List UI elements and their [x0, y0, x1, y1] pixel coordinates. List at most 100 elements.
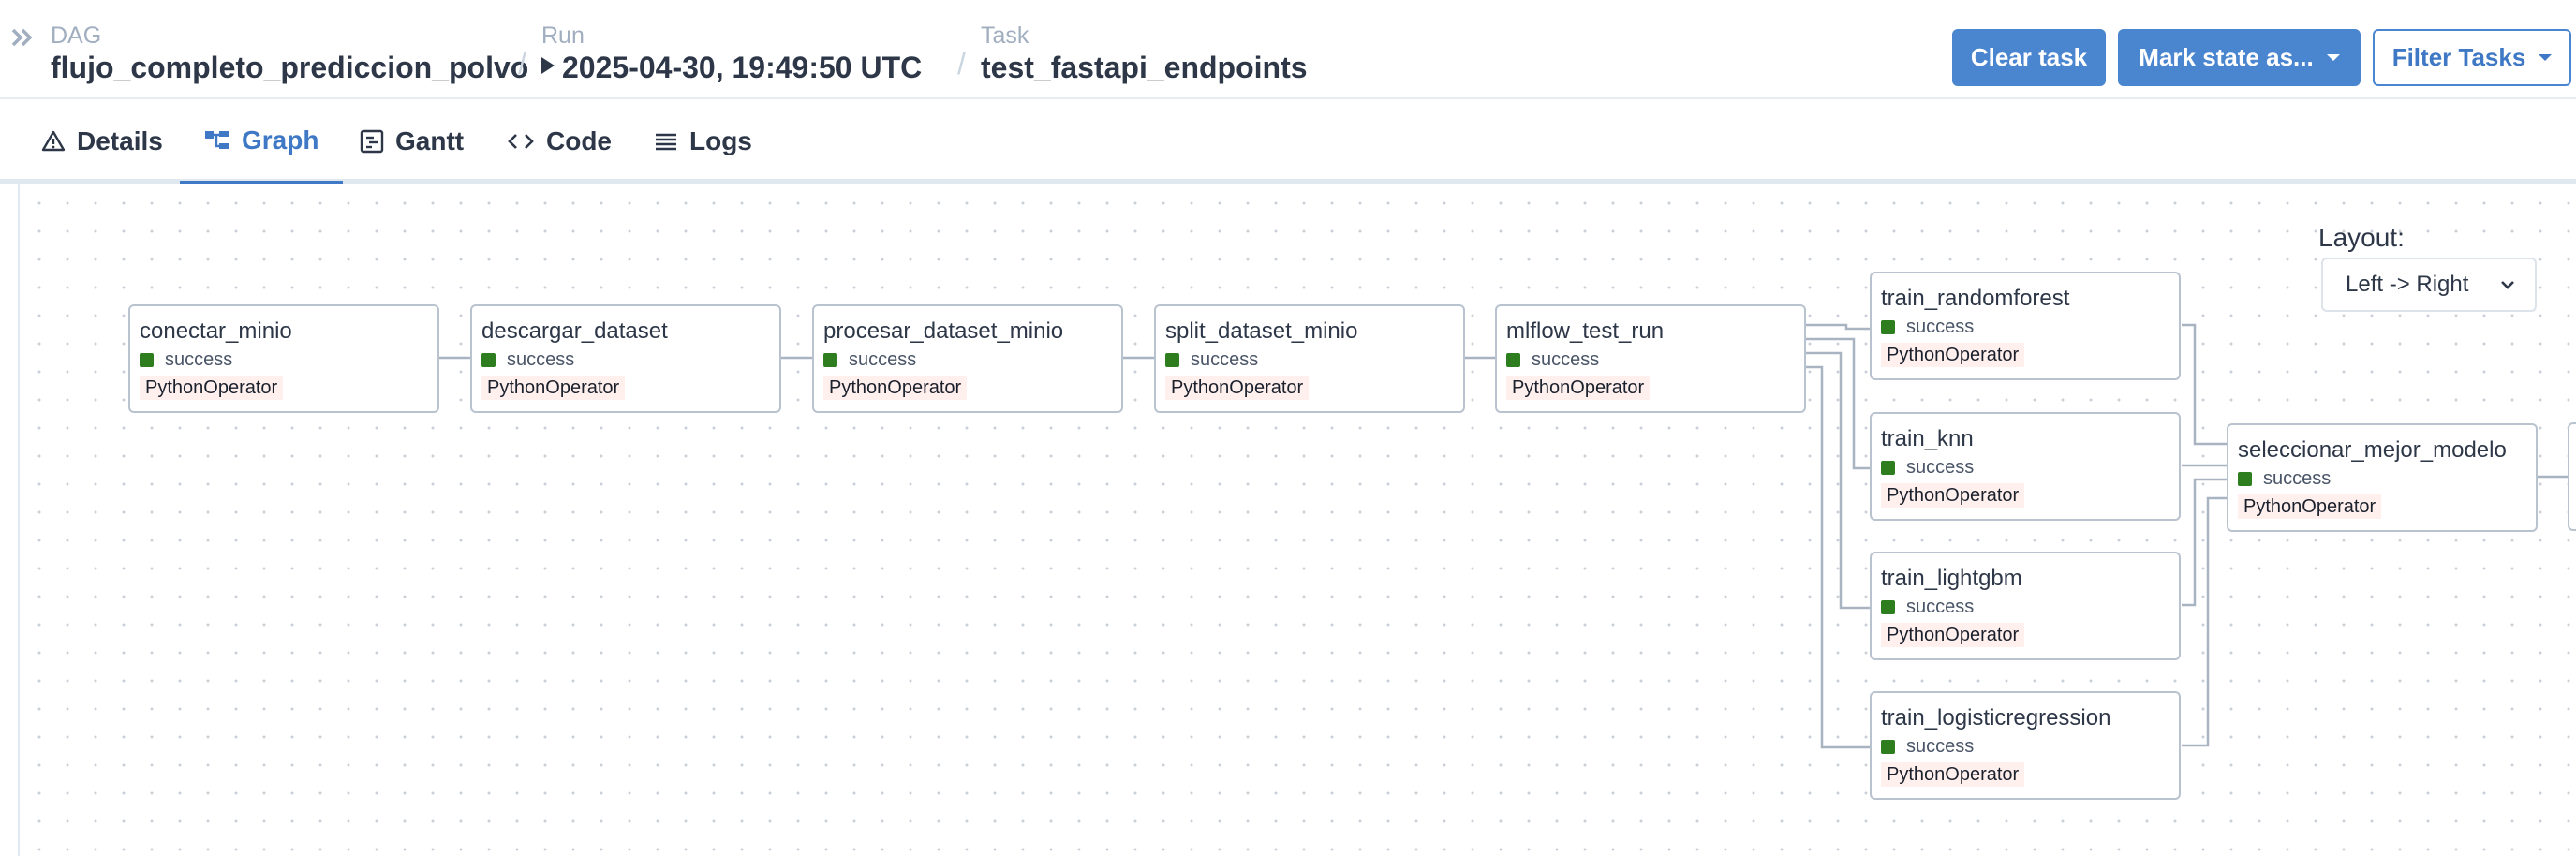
- mark-state-label: Mark state as...: [2139, 43, 2314, 71]
- task-node-operator: PythonOperator: [2238, 494, 2382, 519]
- task-node-title: conectar_minio: [140, 318, 292, 344]
- task-node-title: split_dataset_minio: [1165, 318, 1358, 344]
- task-node-mlflow-test-run[interactable]: mlflow_test_run success PythonOperator: [1495, 304, 1806, 413]
- task-node-operator: PythonOperator: [1165, 376, 1310, 400]
- task-state-label: success: [1906, 317, 1975, 337]
- tab-graph-label: Graph: [242, 125, 319, 155]
- tab-logs-label: Logs: [689, 126, 752, 155]
- success-status-icon: [823, 352, 837, 367]
- task-state-label: success: [507, 349, 575, 370]
- filter-tasks-button[interactable]: Filter Tasks: [2373, 29, 2571, 86]
- task-node-state: success: [1165, 347, 1454, 372]
- task-node-split-dataset-minio[interactable]: split_dataset_minio success PythonOperat…: [1154, 304, 1465, 413]
- task-state-label: success: [849, 349, 917, 370]
- tab-logs[interactable]: Logs: [629, 99, 777, 184]
- success-status-icon: [2238, 471, 2252, 486]
- task-node-descargar-dataset[interactable]: descargar_dataset success PythonOperator: [470, 304, 781, 413]
- task-node-state: success: [1881, 455, 2169, 480]
- warning-triangle-icon: [41, 130, 66, 152]
- graph-canvas[interactable]: conectar_minio success PythonOperator de…: [18, 184, 2576, 856]
- collapse-chevrons-icon[interactable]: [9, 24, 36, 51]
- edge: [1803, 337, 1871, 470]
- task-state-label: success: [1906, 457, 1975, 478]
- breadcrumb-separator: /: [957, 47, 966, 81]
- breadcrumb-dag-label: DAG: [51, 22, 102, 49]
- task-state-label: success: [1191, 349, 1259, 370]
- breadcrumb-task-label: Task: [981, 22, 1029, 49]
- task-node-train-lightgbm[interactable]: train_lightgbm success PythonOperator: [1870, 552, 2181, 660]
- tab-code[interactable]: Code: [482, 99, 636, 184]
- tab-bar: Details Graph Gantt Code Logs: [0, 99, 2576, 185]
- layout-label: Layout:: [2318, 223, 2405, 252]
- mark-state-button[interactable]: Mark state as...: [2118, 29, 2361, 86]
- edge: [1803, 365, 1871, 749]
- task-state-label: success: [1906, 597, 1975, 617]
- task-node-operator: PythonOperator: [140, 376, 284, 400]
- task-node-state: success: [140, 347, 428, 372]
- chevron-down-icon: [2501, 281, 2514, 289]
- edge: [1803, 323, 1871, 331]
- breadcrumb-dag[interactable]: DAG flujo_completo_prediccion_polvo: [51, 22, 528, 86]
- breadcrumb-task-value[interactable]: test_fastapi_endpoints: [981, 49, 1308, 86]
- code-icon: [508, 134, 534, 149]
- play-icon: [541, 57, 555, 74]
- success-status-icon: [481, 352, 496, 367]
- success-status-icon: [1881, 739, 1895, 754]
- task-state-label: success: [1906, 736, 1975, 757]
- task-node-title: mlflow_test_run: [1506, 318, 1665, 344]
- task-node-state: success: [481, 347, 770, 372]
- breadcrumb-task[interactable]: Task test_fastapi_endpoints: [981, 22, 1308, 86]
- tab-graph[interactable]: Graph: [180, 99, 344, 185]
- breadcrumb-dag-value[interactable]: flujo_completo_prediccion_polvo: [51, 49, 528, 86]
- task-node-train-logisticregression[interactable]: train_logisticregression success PythonO…: [1870, 691, 2181, 800]
- layout-select[interactable]: Left -> Right: [2321, 258, 2537, 312]
- task-node-title: procesar_dataset_minio: [823, 318, 1064, 344]
- task-node-operator: PythonOperator: [823, 376, 968, 400]
- task-node-operator: PythonOperator: [1881, 762, 2025, 787]
- task-node-state: success: [1881, 315, 2169, 339]
- task-node-operator: PythonOperator: [1881, 343, 2025, 367]
- tab-code-label: Code: [546, 126, 612, 155]
- task-node-conectar-minio[interactable]: conectar_minio success PythonOperator: [128, 304, 439, 413]
- filter-tasks-label: Filter Tasks: [2391, 43, 2526, 71]
- tab-gantt[interactable]: Gantt: [335, 99, 488, 184]
- breadcrumb-run-label: Run: [541, 22, 585, 49]
- breadcrumb-run-value-wrap[interactable]: 2025-04-30, 19:49:50 UTC: [541, 49, 922, 86]
- success-status-icon: [140, 352, 154, 367]
- success-status-icon: [1881, 599, 1895, 614]
- breadcrumb-run-value[interactable]: 2025-04-30, 19:49:50 UTC: [562, 51, 922, 84]
- task-node-procesar-dataset-minio[interactable]: procesar_dataset_minio success PythonOpe…: [812, 304, 1123, 413]
- task-node-operator: PythonOperator: [1881, 483, 2025, 508]
- task-node-title: train_randomforest: [1881, 286, 2070, 311]
- task-node-train-randomforest[interactable]: train_randomforest success PythonOperato…: [1870, 272, 2181, 380]
- graph-edges: [438, 323, 2576, 749]
- task-node-seleccionar-mejor-modelo[interactable]: seleccionar_mejor_modelo success PythonO…: [2227, 423, 2538, 532]
- edge: [2182, 496, 2228, 747]
- task-state-label: success: [165, 349, 233, 370]
- task-node-title: train_logisticregression: [1881, 705, 2111, 731]
- gantt-icon: [360, 129, 384, 154]
- task-node-state: success: [1506, 347, 1795, 372]
- task-node-state: success: [823, 347, 1112, 372]
- tab-details[interactable]: Details: [17, 99, 187, 184]
- page-header: DAG flujo_completo_prediccion_polvo / Ru…: [0, 0, 2576, 99]
- task-state-label: success: [1532, 349, 1600, 370]
- clear-task-button[interactable]: Clear task: [1952, 29, 2106, 86]
- breadcrumb-separator: /: [518, 47, 526, 81]
- task-node-title: seleccionar_mejor_modelo: [2238, 437, 2507, 463]
- caret-down-icon: [2539, 54, 2553, 61]
- task-node-train-knn[interactable]: train_knn success PythonOperator: [1870, 412, 2181, 521]
- task-node-operator: PythonOperator: [481, 376, 626, 400]
- edge: [2182, 323, 2228, 446]
- list-icon: [656, 133, 676, 151]
- caret-down-icon: [2326, 54, 2340, 61]
- offscreen-node-edge: [2568, 422, 2576, 531]
- success-status-icon: [1881, 460, 1895, 475]
- breadcrumb-run[interactable]: Run 2025-04-30, 19:49:50 UTC: [541, 22, 922, 86]
- edge: [1803, 351, 1871, 610]
- tab-gantt-label: Gantt: [395, 126, 465, 155]
- task-node-title: descargar_dataset: [481, 318, 668, 344]
- layout-select-value: Left -> Right: [2346, 272, 2469, 297]
- task-node-state: success: [2238, 466, 2526, 491]
- tab-details-label: Details: [77, 126, 163, 155]
